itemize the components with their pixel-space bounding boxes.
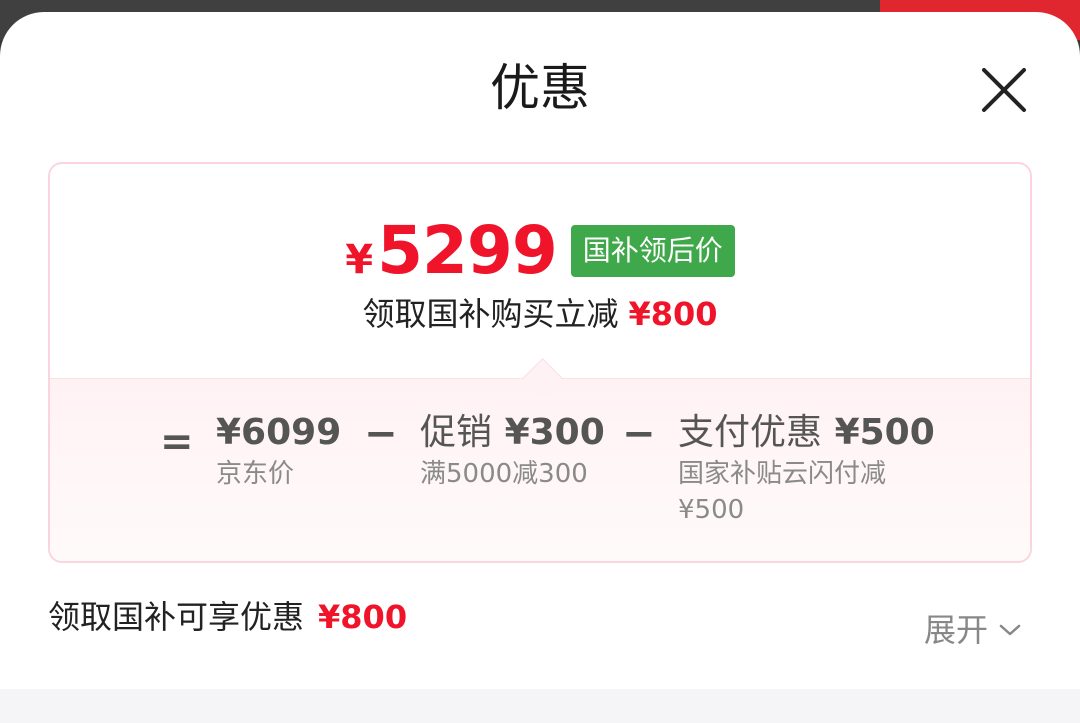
chevron-down-icon	[999, 624, 1021, 636]
subsidy-benefit-row: 领取国补可享优惠 ¥800	[48, 597, 407, 637]
promo-name: 促销	[420, 412, 493, 453]
payment-discount-desc: 国家补贴云闪付减	[678, 459, 887, 489]
final-price: ¥ 5299	[345, 212, 558, 289]
promo-item: 促销 ¥300	[420, 412, 605, 454]
promo-amount: ¥300	[504, 412, 605, 453]
subsidy-reduction-line: 领取国补购买立减 ¥800	[50, 294, 1030, 334]
final-price-amount: 5299	[377, 212, 558, 289]
jd-price-amount: ¥6099	[216, 412, 342, 453]
close-icon	[982, 68, 1026, 112]
discount-sheet: 优惠 ¥ 5299 国补领后价 领取国补购买立减 ¥800 = ¥6099 京东价…	[0, 12, 1080, 723]
expand-button[interactable]: 展开	[924, 610, 1022, 650]
jd-price-label: 京东价	[216, 459, 295, 489]
final-price-row: ¥ 5299 国补领后价	[50, 216, 1030, 286]
promo-desc: 满5000减300	[420, 459, 588, 489]
footer-divider	[0, 689, 1080, 723]
payment-discount-desc-amount: ¥500	[678, 495, 745, 525]
payment-discount-item: 支付优惠 ¥500	[678, 412, 935, 454]
final-price-currency: ¥	[345, 237, 374, 283]
minus-sign-1: −	[364, 411, 398, 457]
expand-label: 展开	[924, 611, 989, 649]
subsidy-reduction-amount: ¥800	[628, 295, 718, 333]
minus-sign-2: −	[622, 411, 656, 457]
payment-discount-name: 支付优惠	[678, 412, 823, 453]
close-button[interactable]	[978, 64, 1030, 116]
subsidy-reduction-text: 领取国补购买立减	[362, 295, 619, 333]
equals-sign: =	[160, 419, 194, 465]
payment-discount-amount: ¥500	[834, 412, 935, 453]
price-breakdown-card: ¥ 5299 国补领后价 领取国补购买立减 ¥800 = ¥6099 京东价 − …	[48, 162, 1032, 563]
subsidy-price-badge: 国补领后价	[570, 225, 735, 277]
sheet-title: 优惠	[490, 59, 590, 117]
subsidy-benefit-label: 领取国补可享优惠	[48, 598, 305, 636]
subsidy-benefit-amount: ¥800	[318, 598, 408, 636]
